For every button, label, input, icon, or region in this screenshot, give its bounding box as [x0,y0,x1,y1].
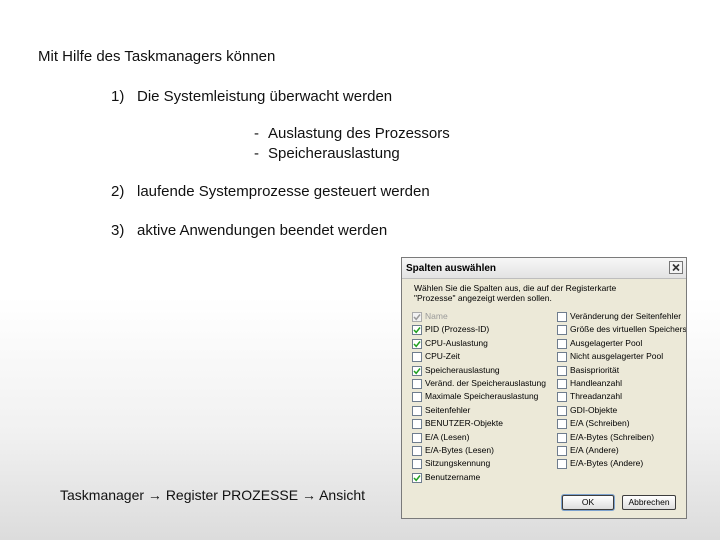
checkbox-label: GDI-Objekte [570,404,618,415]
intro-text: Mit Hilfe des Taskmanagers können [38,48,276,65]
checkbox[interactable] [412,405,422,416]
checkbox[interactable] [557,392,567,403]
check-icon [413,367,421,375]
close-icon [672,263,680,272]
cancel-button[interactable]: Abbrechen [622,495,676,510]
checkbox-label: Sitzungskennung [425,458,491,469]
dialog-title: Spalten auswählen [406,263,497,274]
checkbox-label: BENUTZER-Objekte [425,418,503,429]
checkbox-label: Maximale Speicherauslastung [425,391,539,402]
item-text: Die Systemleistung überwacht werden [137,88,393,105]
item-number: 2) [111,183,125,200]
checkbox-label: Veränderung der Seitenfehler [570,311,682,321]
item-number: 3) [111,222,125,239]
checkbox[interactable] [412,338,422,349]
checkbox[interactable] [557,405,567,416]
checkbox[interactable] [412,472,422,483]
caption: Taskmanager → Register PROZESSE → Ansich… [60,487,365,503]
sub-item-2: - Speicherauslastung [254,145,400,163]
checkbox-label: Speicherauslastung [425,364,500,375]
checkbox[interactable] [412,352,422,363]
item-number: 1) [111,88,125,105]
checkbox[interactable] [412,378,422,389]
sub-dash: - [254,125,259,142]
checkbox[interactable] [412,432,422,443]
close-button[interactable] [669,261,683,274]
check-icon [413,474,421,482]
checkbox-label: Größe des virtuellen Speichers [570,324,687,335]
checkbox[interactable] [557,432,567,443]
item-text: laufende Systemprozesse gesteuert werden [137,183,430,200]
checkbox[interactable] [412,365,422,376]
checkbox [412,312,422,322]
dialog-description: "Prozesse" angezeigt werden sollen. [414,293,552,303]
checkbox[interactable] [557,445,567,456]
dialog-titlebar[interactable]: Spalten auswählen [402,258,686,279]
item-text: aktive Anwendungen beendet werden [137,222,388,239]
checkbox[interactable] [412,459,422,470]
check-icon [413,314,421,321]
list-item-1: 1) Die Systemleistung überwacht werden [111,88,392,106]
checkbox[interactable] [557,459,567,470]
sub-text: Speicherauslastung [268,145,400,162]
checkbox[interactable] [557,365,567,376]
select-columns-dialog: Spalten auswählen Wählen Sie die Spalten… [401,257,687,519]
checkbox-label: E/A (Lesen) [425,431,470,442]
checkbox-label: Handleanzahl [570,377,622,388]
checkbox-label: Veränd. der Speicherauslastung [425,377,546,388]
checkbox-label: E/A-Bytes (Lesen) [425,444,494,455]
checkbox[interactable] [557,338,567,349]
checkbox-label: Threadanzahl [570,391,622,402]
dialog-description: Wählen Sie die Spalten aus, die auf der … [414,283,617,293]
checkbox-label: E/A-Bytes (Schreiben) [570,431,655,442]
checkbox[interactable] [557,352,567,363]
checkbox-label: Basispriorität [570,364,620,375]
checkbox[interactable] [412,392,422,403]
checkbox[interactable] [412,325,422,336]
checkbox-label: PID (Prozess-ID) [425,324,490,335]
checkbox[interactable] [557,419,567,430]
checkbox[interactable] [412,445,422,456]
checkbox-label: E/A (Schreiben) [570,418,630,429]
sub-text: Auslastung des Prozessors [268,125,450,142]
checkbox-label: Nicht ausgelagerter Pool [570,351,664,362]
ok-button[interactable]: OK [562,495,614,510]
checkbox-label: Name [425,311,448,321]
list-item-3: 3) aktive Anwendungen beendet werden [111,222,387,240]
sub-dash: - [254,145,259,162]
checkbox[interactable] [412,419,422,430]
checkbox-label: CPU-Auslastung [425,337,488,348]
checkbox[interactable] [557,378,567,389]
checkbox[interactable] [557,312,567,322]
checkbox-label: Benutzername [425,471,481,482]
list-item-2: 2) laufende Systemprozesse gesteuert werd… [111,183,430,201]
checkbox-label: E/A-Bytes (Andere) [570,458,644,469]
checkbox-label: Ausgelagerter Pool [570,337,643,348]
checkbox-label: E/A (Andere) [570,444,619,455]
checkbox[interactable] [557,325,567,336]
sub-item-1: - Auslastung des Prozessors [254,125,450,143]
checkbox-label: CPU-Zeit [425,351,460,362]
checkbox-label: Seitenfehler [425,404,471,415]
check-icon [413,327,421,334]
check-icon [413,340,421,348]
